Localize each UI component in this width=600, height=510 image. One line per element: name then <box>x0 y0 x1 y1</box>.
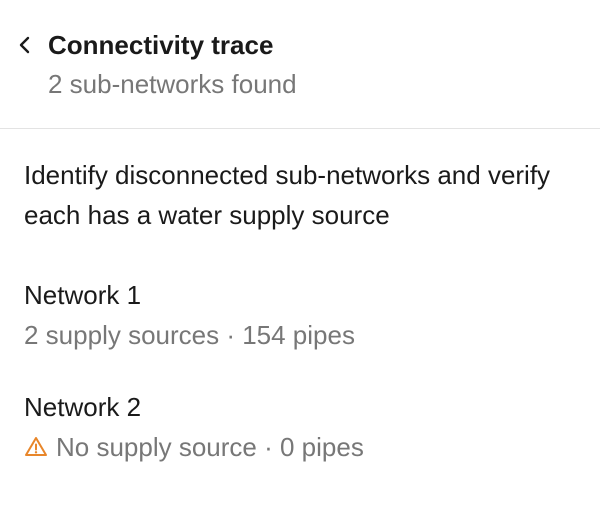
chevron-left-icon <box>17 36 33 54</box>
network-meta: No supply source · 0 pipes <box>24 431 584 463</box>
panel-content: Identify disconnected sub-networks and v… <box>24 155 584 462</box>
page-title: Connectivity trace <box>48 30 274 60</box>
page-subtitle: 2 sub-networks found <box>48 69 297 99</box>
network-meta: 2 supply sources · 154 pipes <box>24 319 584 351</box>
network-meta-text: No supply source · 0 pipes <box>56 432 364 462</box>
back-button[interactable] <box>8 28 42 62</box>
connectivity-trace-panel: Connectivity trace 2 sub-networks found … <box>0 0 600 510</box>
network-item[interactable]: Network 1 2 supply sources · 154 pipes <box>24 279 584 351</box>
panel-header: Connectivity trace 2 sub-networks found <box>0 0 600 129</box>
network-item[interactable]: Network 2 No supply source · 0 pipes <box>24 391 584 463</box>
network-name: Network 1 <box>24 280 142 310</box>
network-name: Network 2 <box>24 392 142 422</box>
network-meta-text: 2 supply sources · 154 pipes <box>24 320 355 350</box>
warning-triangle-icon <box>24 435 48 459</box>
description-text: Identify disconnected sub-networks and v… <box>24 160 551 230</box>
